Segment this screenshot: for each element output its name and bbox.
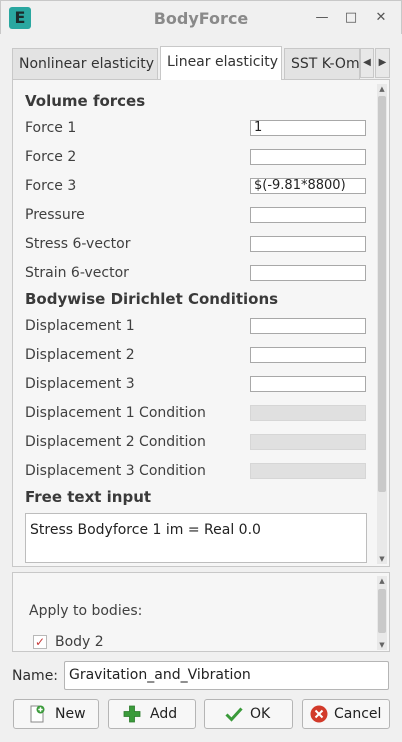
displacement-1-condition-label: Displacement 1 Condition (25, 405, 206, 421)
ok-button-label: OK (250, 706, 271, 722)
force-2-input[interactable] (250, 149, 366, 165)
bodies-scrollbar-thumb[interactable] (378, 589, 386, 633)
displacement-1-input[interactable] (250, 318, 366, 334)
free-text-input[interactable]: Stress Bodyforce 1 im = Real 0.0 (25, 513, 367, 563)
bodies-scrollbar[interactable]: ▲ ▼ (377, 576, 387, 650)
force-1-label: Force 1 (25, 120, 77, 136)
tab-bar: Nonlinear elasticity Linear elasticity S… (12, 46, 390, 80)
plus-icon (123, 705, 141, 723)
add-button-label: Add (150, 706, 178, 722)
cancel-icon (310, 705, 328, 723)
force-1-input[interactable]: 1 (250, 120, 366, 136)
strain-6-vector-label: Strain 6-vector (25, 265, 129, 281)
scrollbar-thumb[interactable] (378, 96, 386, 492)
maximize-button[interactable]: □ (341, 8, 361, 28)
ok-button[interactable]: OK (204, 699, 293, 729)
stress-6-vector-input[interactable] (250, 236, 366, 252)
cancel-button[interactable]: Cancel (302, 699, 390, 729)
tab-nonlinear-elasticity[interactable]: Nonlinear elasticity (12, 48, 158, 80)
displacement-3-condition-label: Displacement 3 Condition (25, 463, 206, 479)
force-2-label: Force 2 (25, 149, 77, 165)
displacement-2-label: Displacement 2 (25, 347, 135, 363)
free-text-heading: Free text input (25, 488, 152, 506)
displacement-3-label: Displacement 3 (25, 376, 135, 392)
add-button[interactable]: Add (108, 699, 196, 729)
title-bar: E BodyForce — □ ✕ (0, 0, 402, 34)
new-document-icon (30, 705, 45, 723)
new-button[interactable]: New (13, 699, 99, 729)
displacement-3-input[interactable] (250, 376, 366, 392)
tab-linear-elasticity[interactable]: Linear elasticity (160, 46, 282, 80)
force-3-input[interactable]: $(-9.81*8800) (250, 178, 366, 194)
checkmark-icon (225, 707, 243, 722)
displacement-1-condition-input (250, 405, 366, 421)
cancel-button-label: Cancel (334, 706, 382, 722)
tab-scroll-left-button[interactable]: ◀ (360, 48, 374, 78)
close-button[interactable]: ✕ (371, 8, 391, 28)
strain-6-vector-input[interactable] (250, 265, 366, 281)
pressure-input[interactable] (250, 207, 366, 223)
name-input[interactable]: Gravitation_and_Vibration (64, 661, 389, 690)
bodies-panel: Apply to bodies: ✓ Body 2 ▲ ▼ (12, 572, 390, 652)
body-2-label: Body 2 (55, 634, 104, 650)
volume-forces-heading: Volume forces (25, 92, 146, 110)
name-label: Name: (12, 668, 59, 684)
minimize-button[interactable]: — (312, 8, 332, 28)
new-button-label: New (55, 706, 86, 722)
pressure-label: Pressure (25, 207, 85, 223)
force-3-label: Force 3 (25, 178, 77, 194)
displacement-3-condition-input (250, 463, 366, 479)
bodies-scroll-down-arrow-icon[interactable]: ▼ (377, 640, 387, 650)
tab-sst-k-omega[interactable]: SST K-Omega (284, 48, 360, 80)
panel-scrollbar[interactable]: ▲ ▼ (377, 84, 387, 564)
scroll-up-arrow-icon[interactable]: ▲ (377, 84, 387, 94)
linear-elasticity-panel: Volume forces Force 1 1 Force 2 Force 3 … (12, 79, 390, 567)
displacement-2-condition-label: Displacement 2 Condition (25, 434, 206, 450)
tab-scroll-right-button[interactable]: ▶ (375, 48, 390, 78)
displacement-2-condition-input (250, 434, 366, 450)
displacement-2-input[interactable] (250, 347, 366, 363)
apply-to-bodies-label: Apply to bodies: (29, 603, 143, 619)
body-2-checkbox[interactable]: ✓ (33, 635, 47, 649)
scroll-down-arrow-icon[interactable]: ▼ (377, 554, 387, 564)
dirichlet-heading: Bodywise Dirichlet Conditions (25, 290, 279, 308)
bodies-scroll-up-arrow-icon[interactable]: ▲ (377, 576, 387, 586)
displacement-1-label: Displacement 1 (25, 318, 135, 334)
stress-6-vector-label: Stress 6-vector (25, 236, 131, 252)
